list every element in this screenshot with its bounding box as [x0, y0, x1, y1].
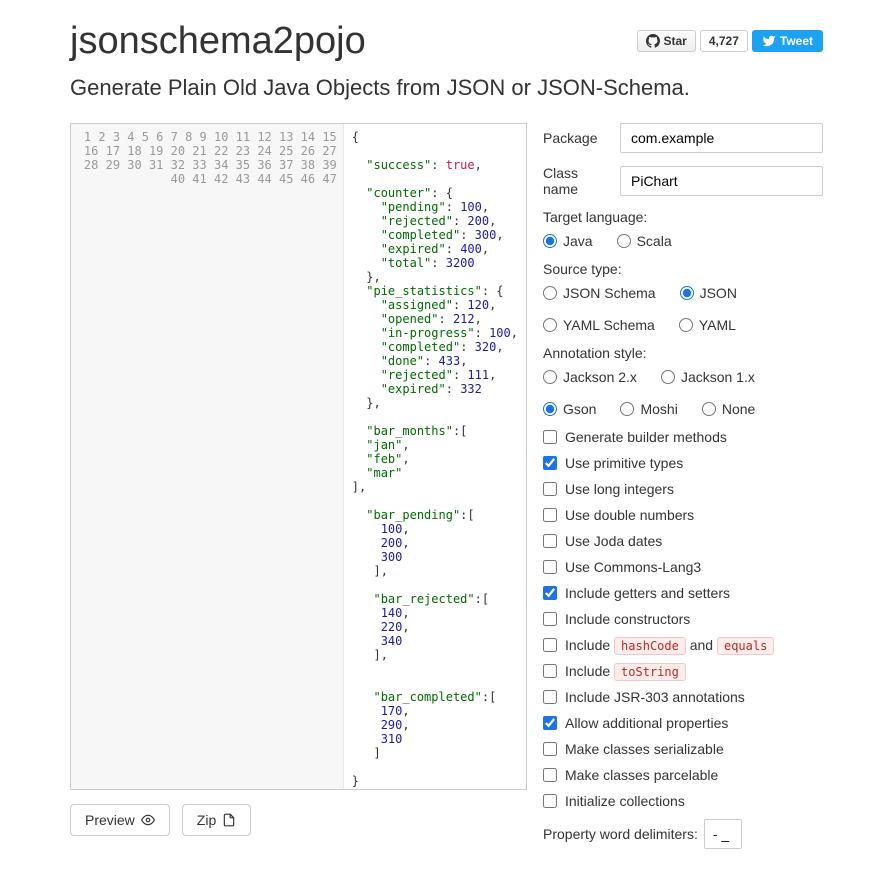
radio-yaml[interactable]: YAML [679, 317, 736, 333]
radio-scala[interactable]: Scala [617, 233, 672, 249]
page-subtitle: Generate Plain Old Java Objects from JSO… [70, 75, 823, 101]
package-label: Package [543, 130, 612, 146]
check-joda[interactable]: Use Joda dates [543, 533, 823, 549]
check-serializable[interactable]: Make classes serializable [543, 741, 823, 757]
check-initcoll[interactable]: Initialize collections [543, 793, 823, 809]
classname-input[interactable] [620, 166, 823, 196]
equals-chip: equals [717, 637, 774, 655]
radio-yamlschema[interactable]: YAML Schema [543, 317, 655, 333]
tweet-button[interactable]: Tweet [752, 30, 823, 52]
star-label: Star [664, 34, 687, 48]
annotation-style-label: Annotation style: [543, 345, 823, 361]
package-input[interactable] [620, 123, 823, 153]
check-parcelable[interactable]: Make classes parcelable [543, 767, 823, 783]
source-type-label: Source type: [543, 261, 823, 277]
check-jsr303[interactable]: Include JSR-303 annotations [543, 689, 823, 705]
radio-java[interactable]: Java [543, 233, 593, 249]
radio-jsonschema[interactable]: JSON Schema [543, 285, 656, 301]
delimiters-input[interactable] [704, 819, 742, 849]
twitter-icon [762, 34, 776, 48]
radio-jackson2[interactable]: Jackson 2.x [543, 369, 637, 385]
radio-gson[interactable]: Gson [543, 401, 596, 417]
github-star-count[interactable]: 4,727 [700, 30, 748, 52]
editor-content[interactable]: { "success": true, "counter": { "pending… [344, 124, 526, 789]
zip-label: Zip [197, 812, 216, 828]
eye-icon [141, 813, 155, 827]
radio-json[interactable]: JSON [680, 285, 737, 301]
hashcode-chip: hashCode [614, 637, 686, 655]
tweet-label: Tweet [780, 34, 813, 48]
radio-jackson1[interactable]: Jackson 1.x [661, 369, 755, 385]
check-primitive[interactable]: Use primitive types [543, 455, 823, 471]
check-additional[interactable]: Allow additional properties [543, 715, 823, 731]
delimiters-label: Property word delimiters: [543, 826, 698, 842]
classname-label: Class name [543, 165, 612, 197]
github-icon [646, 34, 660, 48]
target-language-label: Target language: [543, 209, 823, 225]
editor-gutter: 1 2 3 4 5 6 7 8 9 10 11 12 13 14 15 16 1… [71, 124, 344, 789]
check-long[interactable]: Use long integers [543, 481, 823, 497]
check-constructors[interactable]: Include constructors [543, 611, 823, 627]
check-double[interactable]: Use double numbers [543, 507, 823, 523]
check-tostring[interactable]: Include toString [543, 663, 823, 679]
zip-button[interactable]: Zip [182, 804, 251, 836]
preview-label: Preview [85, 812, 135, 828]
github-star-button[interactable]: Star [637, 30, 696, 52]
page-title: jsonschema2pojo [70, 20, 366, 63]
header-buttons: Star 4,727 Tweet [637, 30, 824, 52]
radio-moshi[interactable]: Moshi [620, 401, 677, 417]
check-builder[interactable]: Generate builder methods [543, 429, 823, 445]
check-commons[interactable]: Use Commons-Lang3 [543, 559, 823, 575]
check-hashcode[interactable]: Include hashCode and equals [543, 637, 823, 653]
check-getset[interactable]: Include getters and setters [543, 585, 823, 601]
radio-none[interactable]: None [702, 401, 755, 417]
tostring-chip: toString [614, 663, 686, 681]
preview-button[interactable]: Preview [70, 804, 170, 836]
json-editor[interactable]: 1 2 3 4 5 6 7 8 9 10 11 12 13 14 15 16 1… [70, 123, 527, 790]
file-icon [222, 813, 236, 827]
